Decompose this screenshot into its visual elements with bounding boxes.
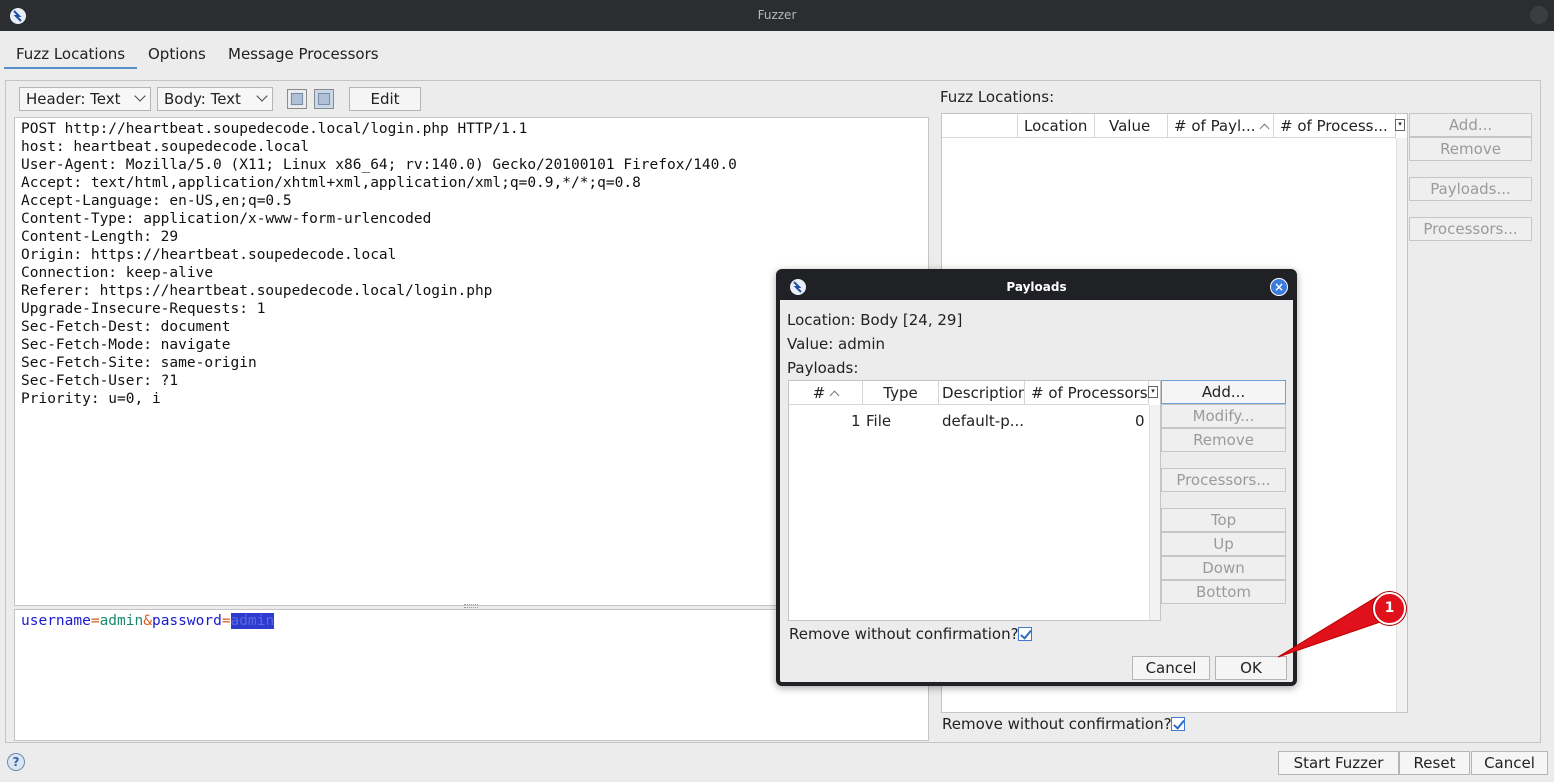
fuzz-add-button[interactable]: Add... xyxy=(1409,113,1532,137)
split-vertical-icon[interactable] xyxy=(287,89,307,109)
header-view-select[interactable]: Header: Text xyxy=(19,87,151,111)
payload-column-type[interactable]: Type xyxy=(863,381,939,405)
column-header-payloads-label: # of Payl... xyxy=(1174,117,1256,135)
payload-location-label: Location: Body [24, 29] xyxy=(787,311,963,329)
body-param-username: username xyxy=(21,613,91,629)
request-header-line: Content-Length: 29 xyxy=(21,229,179,245)
fuzz-locations-label: Fuzz Locations: xyxy=(940,88,1055,106)
fuzz-remove-button[interactable]: Remove xyxy=(1409,137,1532,161)
chevron-down-icon xyxy=(256,90,268,102)
payload-down-button[interactable]: Down xyxy=(1161,556,1286,580)
fuzz-locations-scrollbar[interactable] xyxy=(1396,138,1407,712)
payload-remove-button[interactable]: Remove xyxy=(1161,428,1286,452)
column-header-location[interactable]: Location xyxy=(1018,114,1095,138)
payloads-table[interactable]: # Type Description # of Processors ▾ 1 F… xyxy=(788,380,1161,621)
request-header-line: Accept: text/html,application/xhtml+xml,… xyxy=(21,175,641,191)
fuzz-processors-button[interactable]: Processors... xyxy=(1409,217,1532,241)
column-header-payloads[interactable]: # of Payl... xyxy=(1168,114,1274,138)
request-header-line: Origin: https://heartbeat.soupedecode.lo… xyxy=(21,247,397,263)
body-view-label: Body: Text xyxy=(164,90,241,108)
splitter-handle[interactable] xyxy=(464,604,478,608)
sort-ascending-icon xyxy=(829,390,840,401)
request-header-line: host: heartbeat.soupedecode.local xyxy=(21,139,310,155)
payload-remove-confirmation-checkbox[interactable] xyxy=(1018,627,1032,641)
payload-column-number-label: # xyxy=(812,384,826,402)
start-fuzzer-button[interactable]: Start Fuzzer xyxy=(1278,751,1399,775)
payload-top-button[interactable]: Top xyxy=(1161,508,1286,532)
body-equals: = xyxy=(221,613,231,629)
request-header-line: Content-Type: application/x-www-form-url… xyxy=(21,211,432,227)
column-header-value[interactable]: Value xyxy=(1095,114,1168,138)
window-control-button[interactable] xyxy=(1530,6,1548,24)
column-header-index[interactable] xyxy=(942,114,1018,138)
body-view-select[interactable]: Body: Text xyxy=(157,87,273,111)
fuzz-remove-confirmation-checkbox[interactable] xyxy=(1171,717,1185,731)
dialog-cancel-button[interactable]: Cancel xyxy=(1132,656,1210,680)
payloads-dialog-titlebar: Payloads × xyxy=(780,273,1293,300)
header-view-label: Header: Text xyxy=(26,90,121,108)
body-param-password: password xyxy=(151,613,222,629)
body-equals: = xyxy=(90,613,100,629)
payload-up-button[interactable]: Up xyxy=(1161,532,1286,556)
body-value-username: admin xyxy=(99,613,144,629)
payload-row-number: 1 xyxy=(851,412,861,430)
help-icon[interactable]: ? xyxy=(7,753,25,771)
payloads-scrollbar[interactable] xyxy=(1149,405,1160,620)
window-titlebar: Fuzzer xyxy=(0,0,1554,31)
close-icon[interactable]: × xyxy=(1270,278,1288,296)
tab-fuzz-locations[interactable]: Fuzz Locations xyxy=(3,45,138,69)
column-header-processors[interactable]: # of Process... xyxy=(1274,114,1396,138)
payload-row-processors: 0 xyxy=(1135,412,1145,430)
cancel-button[interactable]: Cancel xyxy=(1471,751,1548,775)
selected-fuzz-value[interactable]: admin xyxy=(230,613,275,629)
payload-column-processors[interactable]: # of Processors xyxy=(1025,381,1149,405)
payload-bottom-button[interactable]: Bottom xyxy=(1161,580,1286,604)
body-ampersand: & xyxy=(143,613,152,629)
request-header-line: Accept-Language: en-US,en;q=0.5 xyxy=(21,193,292,209)
payload-processors-button[interactable]: Processors... xyxy=(1161,468,1286,492)
payload-modify-button[interactable]: Modify... xyxy=(1161,404,1286,428)
payload-row-description: default-p... xyxy=(942,412,1025,430)
dialog-ok-button[interactable]: OK xyxy=(1215,656,1287,680)
payload-row-type: File xyxy=(866,412,892,430)
reset-button[interactable]: Reset xyxy=(1399,751,1470,775)
payload-column-number[interactable]: # xyxy=(789,381,863,405)
payloads-label: Payloads: xyxy=(787,359,859,377)
payloads-dialog: Payloads × Location: Body [24, 29] Value… xyxy=(776,269,1297,686)
column-control-icon[interactable]: ▾ xyxy=(1395,119,1405,131)
fuzz-payloads-button[interactable]: Payloads... xyxy=(1409,177,1532,201)
fuzz-remove-confirmation-label: Remove without confirmation? xyxy=(942,715,1172,733)
column-control-icon[interactable]: ▾ xyxy=(1148,386,1158,398)
payload-remove-confirmation-label: Remove without confirmation? xyxy=(789,625,1019,643)
payload-add-button[interactable]: Add... xyxy=(1161,380,1286,404)
request-header-line: POST http://heartbeat.soupedecode.local/… xyxy=(21,121,528,137)
edit-button[interactable]: Edit xyxy=(349,87,421,111)
tab-message-processors[interactable]: Message Processors xyxy=(228,45,379,63)
payload-value-label: Value: admin xyxy=(787,335,886,353)
chevron-down-icon xyxy=(134,90,146,102)
tab-bar: Fuzz Locations Options Message Processor… xyxy=(0,31,1554,71)
request-header-line: User-Agent: Mozilla/5.0 (X11; Linux x86_… xyxy=(21,157,737,173)
tab-options[interactable]: Options xyxy=(148,45,206,63)
window-title: Fuzzer xyxy=(757,8,797,22)
payload-column-description[interactable]: Description xyxy=(939,381,1025,405)
sort-ascending-icon xyxy=(1260,123,1270,134)
annotation-badge: 1 xyxy=(1373,592,1406,625)
payloads-dialog-title: Payloads xyxy=(1006,280,1067,294)
split-horizontal-icon[interactable] xyxy=(314,89,334,109)
